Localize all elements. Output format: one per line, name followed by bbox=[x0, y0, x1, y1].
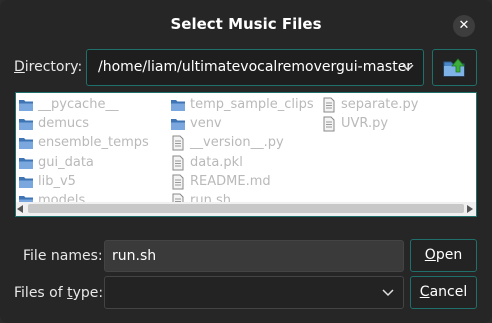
close-button[interactable]: ✕ bbox=[453, 15, 475, 37]
folder-icon bbox=[18, 174, 34, 190]
files-of-type-label: Files of type: bbox=[14, 285, 104, 301]
folder-up-icon bbox=[443, 58, 465, 77]
folder-icon bbox=[18, 97, 34, 113]
horizontal-scrollbar[interactable] bbox=[16, 202, 476, 216]
scrollbar-thumb[interactable] bbox=[28, 204, 464, 213]
file-list-item-label: separate.py bbox=[341, 97, 419, 112]
directory-combo[interactable]: /home/liam/ultimatevocalremovergui-maste… bbox=[86, 49, 424, 86]
file-list-item-label: temp_sample_clips bbox=[190, 97, 314, 112]
file-icon bbox=[170, 135, 186, 151]
file-names-label: File names: bbox=[23, 248, 103, 264]
folder-icon bbox=[18, 155, 34, 171]
file-names-input[interactable]: run.sh bbox=[104, 240, 404, 272]
folder-icon bbox=[170, 116, 186, 132]
open-button[interactable]: Open bbox=[410, 239, 477, 272]
close-icon: ✕ bbox=[458, 18, 470, 33]
file-list-item-label: __version__.py bbox=[190, 135, 284, 151]
file-list-item-label: lib_v5 bbox=[38, 173, 76, 189]
folder-icon bbox=[170, 97, 186, 113]
file-names-value: run.sh bbox=[112, 248, 157, 264]
file-icon bbox=[170, 174, 186, 190]
dialog-title: Select Music Files bbox=[170, 15, 322, 33]
file-type-combo[interactable] bbox=[104, 276, 404, 309]
file-icon bbox=[321, 116, 337, 132]
chevron-down-icon bbox=[382, 289, 394, 297]
file-list-item-label: UVR.py bbox=[341, 116, 389, 132]
directory-label: Directory: bbox=[14, 59, 83, 75]
chevron-down-icon bbox=[402, 64, 414, 72]
file-list-item-label: __pycache__ bbox=[38, 97, 119, 112]
parent-directory-button[interactable] bbox=[432, 49, 477, 86]
file-list[interactable]: __pycache__demucs ensemble_temps gui_datal… bbox=[15, 92, 477, 217]
scroll-left-icon[interactable] bbox=[17, 205, 23, 213]
file-list-item-label: data.pkl bbox=[190, 154, 243, 170]
file-list-item-label: venv bbox=[190, 116, 222, 132]
cancel-button[interactable]: Cancel bbox=[410, 276, 477, 309]
scroll-right-icon[interactable] bbox=[467, 205, 473, 213]
directory-path: /home/liam/ultimatevocalremovergui-maste… bbox=[98, 59, 413, 75]
file-icon bbox=[321, 97, 337, 113]
file-dialog: Select Music Files ✕ Directory: /home/li… bbox=[0, 0, 492, 323]
title-bar: Select Music Files ✕ bbox=[0, 0, 492, 46]
file-icon bbox=[170, 155, 186, 171]
file-list-item-label: ensemble_temps bbox=[38, 135, 149, 151]
file-list-item-label: gui_data bbox=[38, 154, 94, 170]
file-list-item-label: README.md bbox=[190, 173, 271, 189]
file-list-item-label: demucs bbox=[38, 116, 90, 132]
folder-icon bbox=[18, 135, 34, 151]
folder-icon bbox=[18, 116, 34, 132]
